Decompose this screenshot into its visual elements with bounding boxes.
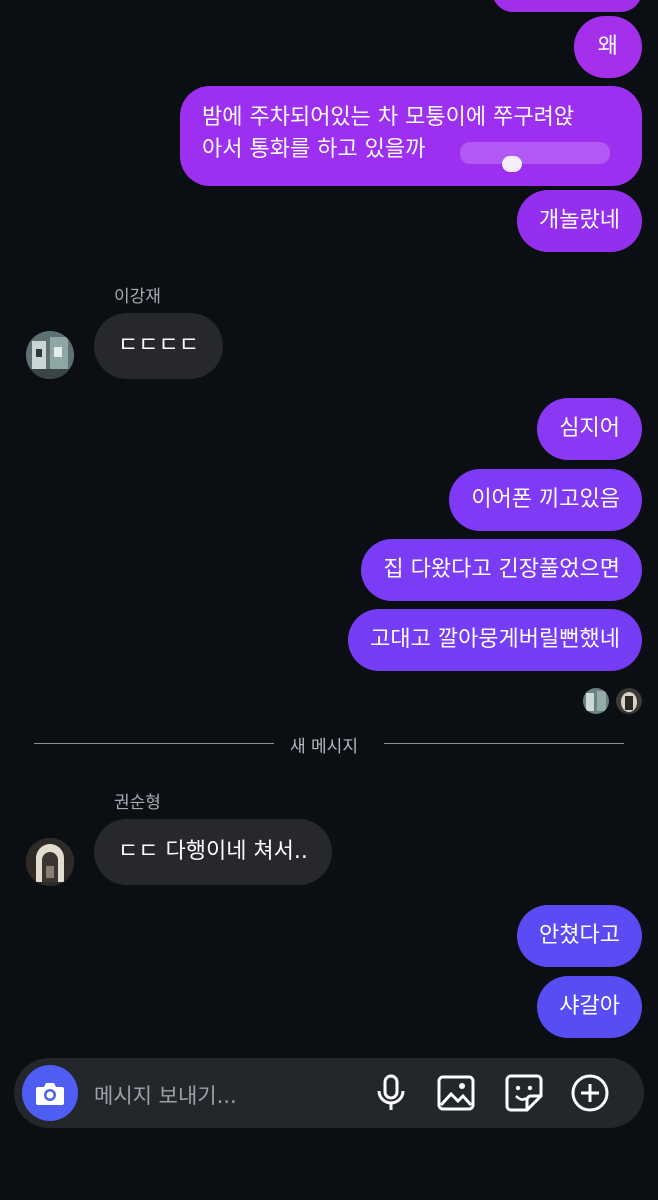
message-composer: 메시지 보내기...	[14, 1058, 644, 1128]
message-text: 안쳤다고	[539, 923, 620, 948]
avatar-image	[26, 331, 74, 379]
message-text: 고대고 깔아뭉게버릴뻔했네	[370, 627, 620, 652]
message-text: 샤갈아	[559, 994, 620, 1019]
sender-name: 이강재	[114, 287, 161, 307]
more-button[interactable]	[569, 1072, 611, 1114]
message-text-line: 밤에 주차되어있는 차 모퉁이에 쭈구려앉	[202, 105, 575, 130]
message-out[interactable]: 이어폰 끼고있음	[449, 469, 642, 531]
new-messages-divider-label: 새 메시지	[290, 737, 358, 757]
censored-text	[460, 142, 610, 164]
avatar-image	[26, 838, 74, 886]
seen-by-avatar	[583, 688, 609, 714]
message-out[interactable]: 개놀랐네	[517, 190, 642, 252]
message-text: ㄷㄷㄷㄷ	[118, 333, 199, 358]
microphone-icon	[377, 1074, 405, 1110]
image-icon	[437, 1075, 475, 1111]
sender-name: 권순형	[114, 793, 161, 813]
message-text: 이어폰 끼고있음	[471, 487, 620, 512]
sticker-button[interactable]	[503, 1072, 545, 1114]
microphone-button[interactable]	[370, 1072, 412, 1114]
message-out[interactable]: 집 다왔다고 긴장풀었으면	[361, 539, 642, 601]
message-text: ㄷㄷ 다행이네 쳐서..	[118, 839, 308, 864]
camera-button[interactable]	[22, 1065, 78, 1121]
message-text: 왜	[597, 34, 618, 59]
message-in[interactable]: ㄷㄷㄷㄷ	[94, 313, 223, 379]
message-text: 집 다왔다고 긴장풀었으면	[383, 557, 620, 582]
message-out[interactable]: 고대고 깔아뭉게버릴뻔했네	[348, 609, 642, 671]
seen-by-avatar	[616, 688, 642, 714]
censored-blob	[502, 156, 522, 172]
message-in[interactable]: ㄷㄷ 다행이네 쳐서..	[94, 819, 332, 885]
message-bubble-partial	[492, 0, 642, 12]
plus-circle-icon	[571, 1074, 609, 1112]
sticker-icon	[505, 1074, 543, 1112]
message-out[interactable]: 왜	[573, 16, 642, 78]
message-out[interactable]: 안쳤다고	[517, 905, 642, 967]
divider-line	[384, 743, 624, 744]
camera-icon	[36, 1083, 64, 1105]
message-out[interactable]: 샤갈아	[537, 976, 642, 1038]
message-out[interactable]: 심지어	[537, 398, 642, 460]
sender-avatar[interactable]	[26, 331, 74, 379]
message-text: 개놀랐네	[539, 208, 620, 233]
divider-line	[34, 743, 274, 744]
message-input[interactable]: 메시지 보내기...	[94, 1080, 237, 1110]
message-out-multiline[interactable]: 밤에 주차되어있는 차 모퉁이에 쭈구려앉 아서 통화를 하고 있을까	[180, 86, 642, 186]
message-text: 심지어	[559, 416, 620, 441]
sender-avatar[interactable]	[26, 838, 74, 886]
gallery-button[interactable]	[435, 1072, 477, 1114]
